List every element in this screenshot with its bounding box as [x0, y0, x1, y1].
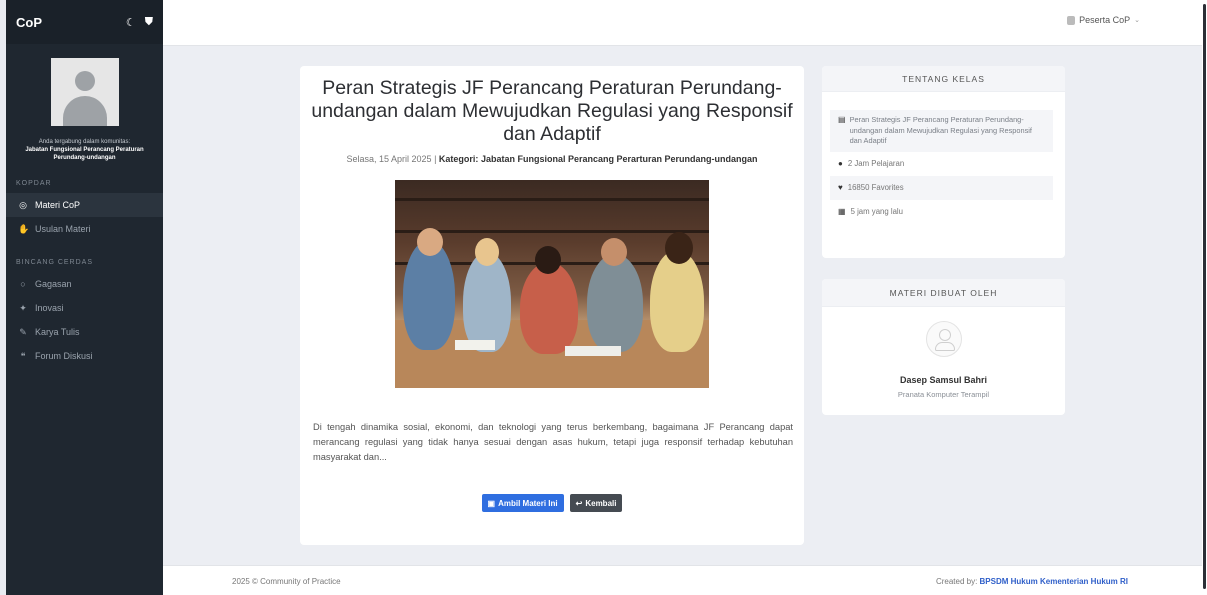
- user-label: Peserta CoP: [1079, 15, 1131, 25]
- footer-copyright: 2025 © Community of Practice: [232, 577, 341, 586]
- sidebar-item-forum-diskusi[interactable]: ❝ Forum Diskusi: [6, 344, 163, 368]
- moon-icon[interactable]: ☾: [126, 16, 136, 29]
- shield-icon[interactable]: ⛊: [145, 16, 153, 29]
- sidebar-item-gagasan[interactable]: ○ Gagasan: [6, 272, 163, 296]
- author-card: MATERI DIBUAT OLEH Dasep Samsul Bahri Pr…: [822, 279, 1065, 415]
- sidebar-item-label: Inovasi: [35, 303, 64, 313]
- heart-icon: ♥: [838, 183, 843, 192]
- chat-icon: ❝: [20, 350, 26, 361]
- sidebar: CoP ☾ ⛊ Anda tergabung dalam komunitas: …: [6, 0, 163, 595]
- sidebar-item-label: Forum Diskusi: [35, 351, 93, 361]
- favorites-value: 16850 Favorites: [847, 183, 904, 192]
- favorites-row: ♥ 16850 Favorites: [830, 175, 1053, 200]
- lightbulb-icon: ○: [20, 279, 26, 289]
- book-icon: ◎: [19, 199, 27, 210]
- sidebar-item-label: Usulan Materi: [35, 224, 91, 234]
- take-material-label: Ambil Materi Ini: [498, 498, 558, 508]
- article-title: Peran Strategis JF Perancang Peraturan P…: [311, 77, 793, 145]
- author-name: Dasep Samsul Bahri: [899, 375, 988, 385]
- article-description: Di tengah dinamika sosial, ekonomi, dan …: [313, 422, 793, 462]
- sidebar-section-kopdar: KOPDAR: [16, 180, 52, 187]
- footer-credit: Created by: BPSDM Hukum Kementerian Huku…: [936, 577, 1128, 586]
- category-prefix: Kategori:: [438, 154, 479, 164]
- back-arrow-icon: ↩: [575, 498, 583, 508]
- course-title-row: ▤ Peran Strategis JF Perancang Peraturan…: [830, 110, 1053, 152]
- updated-row: ▦ 5 jam yang lalu: [830, 200, 1053, 224]
- article-meta: Selasa, 15 April 2025 | Kategori: Jabata…: [346, 154, 758, 164]
- about-class-card: TENTANG KELAS ▤ Peran Strategis JF Peran…: [822, 66, 1065, 258]
- back-label: Kembali: [585, 498, 617, 508]
- article-date: Selasa, 15 April 2025: [346, 154, 432, 164]
- updated-value: 5 jam yang lalu: [850, 207, 904, 216]
- app-frame: CoP ☾ ⛊ Anda tergabung dalam komunitas: …: [6, 0, 1202, 595]
- hours-value: 2 Jam Pelajaran: [847, 159, 905, 168]
- sidebar-item-karya-tulis[interactable]: ✎ Karya Tulis: [6, 320, 163, 344]
- take-material-button[interactable]: ▣ Ambil Materi Ini: [481, 494, 564, 512]
- article-image: [395, 180, 709, 388]
- footer-credit-prefix: Created by:: [935, 577, 978, 586]
- rocket-icon: ✦: [19, 302, 27, 313]
- community-name: Jabatan Fungsional Perancang Peraturan P…: [25, 147, 144, 161]
- chevron-down-icon: ⌄: [1134, 17, 1140, 24]
- sidebar-item-usulan-materi[interactable]: ✋ Usulan Materi: [6, 217, 163, 241]
- community-join-text: Anda tergabung dalam komunitas:: [38, 139, 131, 145]
- scrollbar[interactable]: [1202, 0, 1207, 595]
- sidebar-item-materi-cop[interactable]: ◎ Materi CoP: [6, 193, 163, 217]
- author-role: Pranata Komputer Terampil: [897, 390, 990, 399]
- user-icon: [1067, 15, 1076, 25]
- footer-credit-org[interactable]: BPSDM Hukum Kementerian Hukum RI: [980, 577, 1128, 586]
- sidebar-item-label: Materi CoP: [35, 200, 81, 210]
- book-icon: ▤: [838, 115, 846, 124]
- author-header: MATERI DIBUAT OLEH: [822, 279, 1065, 307]
- thumbs-up-icon: ✋: [18, 223, 30, 234]
- author-avatar: [926, 321, 962, 357]
- community-info: Anda tergabung dalam komunitas: Jabatan …: [6, 138, 163, 162]
- pen-icon: ✎: [19, 326, 27, 337]
- about-header: TENTANG KELAS: [822, 66, 1065, 92]
- user-menu[interactable]: Peserta CoP ⌄: [1067, 15, 1140, 25]
- course-title: Peran Strategis JF Perancang Peraturan P…: [849, 115, 1032, 145]
- book-icon: ▣: [487, 498, 496, 508]
- sidebar-item-label: Gagasan: [35, 279, 72, 289]
- back-button[interactable]: ↩ Kembali: [569, 494, 623, 512]
- article-card: Peran Strategis JF Perancang Peraturan P…: [300, 66, 804, 545]
- top-navbar: Peserta CoP ⌄: [163, 0, 1202, 46]
- avatar: [50, 58, 119, 126]
- sidebar-brand: CoP ☾ ⛊: [6, 0, 163, 44]
- article-actions: ▣ Ambil Materi Ini ↩ Kembali: [300, 494, 804, 512]
- hours-row: ● 2 Jam Pelajaran: [830, 152, 1053, 176]
- footer: 2025 © Community of Practice Created by:…: [163, 565, 1202, 595]
- brand-name[interactable]: CoP: [16, 15, 42, 30]
- article-category: Jabatan Fungsional Perancang Perarturan …: [480, 154, 758, 164]
- clock-icon: ●: [838, 159, 843, 168]
- sidebar-section-bincang-cerdas: BINCANG CERDAS: [16, 259, 94, 266]
- sidebar-item-inovasi[interactable]: ✦ Inovasi: [6, 296, 163, 320]
- calendar-icon: ▦: [838, 207, 846, 216]
- sidebar-item-label: Karya Tulis: [35, 327, 80, 337]
